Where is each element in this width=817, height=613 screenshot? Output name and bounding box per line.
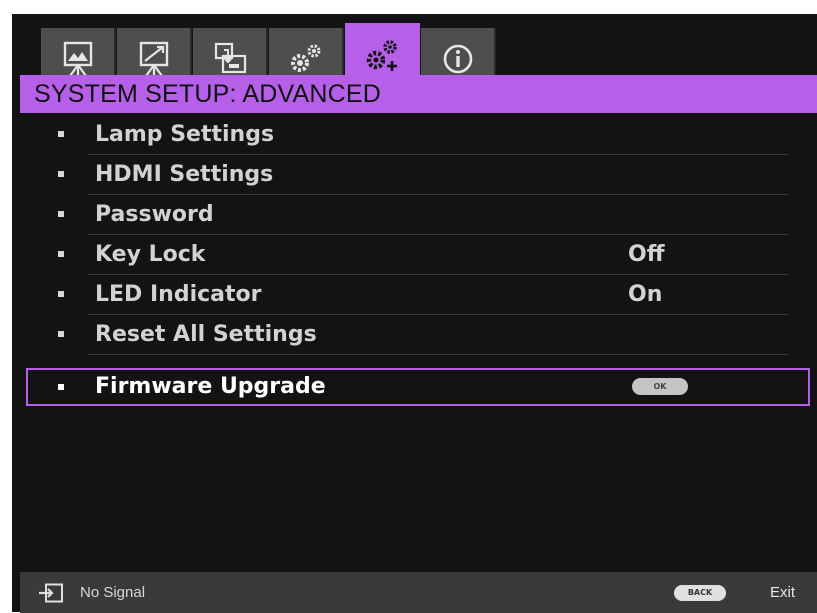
info-icon [443,44,472,73]
bullet-icon [58,384,64,390]
menu-item-label: Firmware Upgrade [95,374,326,399]
gears-plus-icon [366,40,397,71]
key-lock-value[interactable]: Off [628,242,665,267]
bullet-icon [58,331,64,337]
led-indicator-value[interactable]: On [628,282,662,307]
exit-label: Exit [770,584,796,601]
menu-item-label: HDMI Settings [95,162,274,187]
bullet-icon [58,131,64,137]
row-divider [88,354,788,355]
menu-item-hdmi-settings[interactable]: HDMI Settings [20,155,804,195]
input-source-icon [39,583,63,603]
menu-item-password[interactable]: Password [20,195,804,235]
menu-item-led-indicator[interactable]: LED Indicator On [20,275,804,315]
menu-item-reset-all-settings[interactable]: Reset All Settings [20,315,804,355]
bullet-icon [58,171,64,177]
menu-item-lamp-settings[interactable]: Lamp Settings [20,115,804,155]
menu-item-firmware-upgrade[interactable]: Firmware Upgrade OK [26,368,810,406]
signal-status: No Signal [80,584,146,601]
bullet-icon [58,291,64,297]
menu-title-bar: SYSTEM SETUP: ADVANCED [20,75,817,113]
ok-button[interactable]: OK [632,378,688,395]
menu-item-label: Key Lock [95,242,206,267]
page-title: SYSTEM SETUP: ADVANCED [34,80,382,108]
source-display-icon [214,42,246,73]
menu-item-label: Password [95,202,214,227]
menu-item-label: Lamp Settings [95,122,275,147]
menu-item-label: LED Indicator [95,282,262,307]
menu-item-label: Reset All Settings [95,322,317,347]
easel-diagonal-icon [139,41,168,77]
bullet-icon [58,251,64,257]
back-button[interactable]: BACK [674,585,726,601]
settings-menu: Lamp Settings HDMI Settings Password Key… [20,115,810,406]
gears-icon [290,44,320,72]
status-footer: No Signal BACK Exit [20,572,817,613]
bullet-icon [58,211,64,217]
picture-easel-icon [63,41,92,77]
menu-item-key-lock[interactable]: Key Lock Off [20,235,804,275]
